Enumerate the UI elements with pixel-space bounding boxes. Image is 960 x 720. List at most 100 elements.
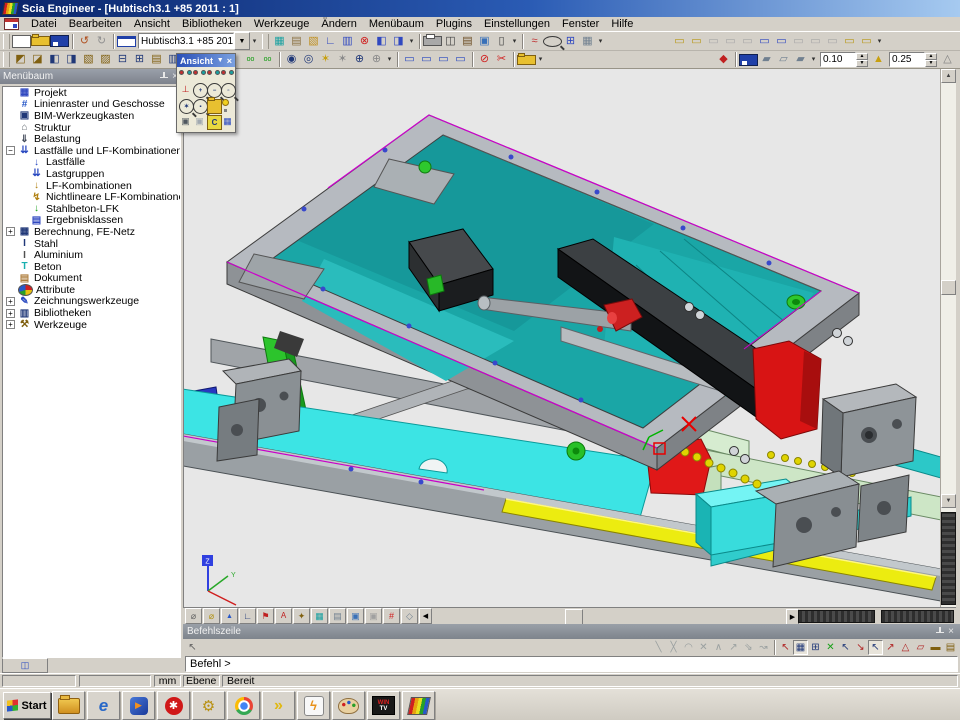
- tree-item-lastfaelle[interactable]: ↓Lastfälle: [3, 157, 180, 169]
- tree-item-stahl[interactable]: IStahl: [3, 238, 180, 250]
- close-icon[interactable]: ×: [948, 627, 954, 636]
- select-plus-icon[interactable]: ⊞: [131, 51, 148, 68]
- model-tools-icon[interactable]: ✦: [293, 608, 310, 624]
- calculation-curve-icon[interactable]: ≈: [526, 33, 543, 50]
- snap-list-icon[interactable]: ▤: [943, 640, 958, 655]
- snap-diamond-icon[interactable]: ◆: [715, 51, 732, 68]
- title-bar[interactable]: Scia Engineer - [Hubtisch3.1 +85 2011 : …: [0, 0, 960, 17]
- window-group-dropdown-icon[interactable]: ▾: [875, 33, 884, 50]
- select-poly-icon[interactable]: ◨: [63, 51, 80, 68]
- filter2-icon[interactable]: ▰: [792, 51, 809, 68]
- camera-view-2-icon[interactable]: ▣: [193, 115, 206, 128]
- filter-icon[interactable]: ▱: [775, 51, 792, 68]
- vertical-scrollbar[interactable]: ▲ ▼: [940, 69, 956, 607]
- angle-icon[interactable]: △: [939, 51, 956, 68]
- activity-window-2-icon[interactable]: ▭: [418, 51, 435, 68]
- project-combo-dropdown-icon[interactable]: ▾: [250, 33, 259, 50]
- angle-value[interactable]: 0.25: [889, 52, 925, 67]
- scale-down-icon[interactable]: ▼: [856, 60, 868, 67]
- snap-curve-icon[interactable]: ↝: [756, 640, 771, 655]
- save-icon[interactable]: [50, 35, 69, 47]
- zoom-search-icon[interactable]: [543, 36, 562, 47]
- view-window-7-icon[interactable]: ▭: [773, 33, 790, 50]
- grid-3d-icon[interactable]: ▦: [271, 33, 288, 50]
- tree-item-werkzeuge[interactable]: +⚒Werkzeuge: [3, 319, 180, 331]
- zoom-in-icon[interactable]: +: [193, 83, 208, 98]
- delete-red-icon[interactable]: ⊗: [356, 33, 373, 50]
- zoom-out-icon[interactable]: −: [207, 83, 222, 98]
- taskbar-paint-button[interactable]: [332, 691, 365, 720]
- scale-value[interactable]: 0.10: [820, 52, 856, 67]
- visibility-off-icon[interactable]: oo: [259, 51, 276, 68]
- pin-icon[interactable]: [935, 627, 944, 636]
- expand-expander-icon[interactable]: +: [6, 297, 15, 306]
- save-view-icon[interactable]: [739, 54, 758, 66]
- stored-views-folder-icon[interactable]: [207, 99, 222, 114]
- tree-item-nichtlineare[interactable]: ↯Nichtlineare LF-Kombinationen: [3, 191, 180, 203]
- window-layout-icon[interactable]: [117, 36, 136, 47]
- layer-folder-icon[interactable]: [517, 55, 536, 65]
- project-group-dropdown-icon[interactable]: ▾: [407, 33, 416, 50]
- taskbar-hand-button[interactable]: ✱: [157, 691, 190, 720]
- solid-box-icon[interactable]: ▤: [329, 608, 346, 624]
- box-yellow-icon[interactable]: ▧: [305, 33, 322, 50]
- tree-item-stahlbeton-lfk[interactable]: ↓Stahlbeton-LFK: [3, 203, 180, 215]
- ucs-axis-icon[interactable]: ⊥: [179, 83, 192, 96]
- parallel-snap-icon[interactable]: ▱: [913, 640, 928, 655]
- isometric-view-2-icon[interactable]: [193, 69, 206, 82]
- vertical-scroll-thumb[interactable]: [941, 280, 956, 295]
- select-hatch-icon[interactable]: ▧: [80, 51, 97, 68]
- tree-item-aluminium[interactable]: IAluminium: [3, 249, 180, 261]
- angle-up-icon[interactable]: ▲: [925, 53, 937, 60]
- status-units[interactable]: mm: [154, 675, 181, 687]
- taskbar-tools-button[interactable]: ⚙: [192, 691, 225, 720]
- activity-window-4-icon[interactable]: ▭: [452, 51, 469, 68]
- tree-item-ergebnisklassen[interactable]: ▤Ergebnisklassen: [3, 215, 180, 227]
- project-combo[interactable]: Hubtisch3.1 +85 201: ▼: [138, 33, 250, 49]
- ansicht-palette-header[interactable]: Ansicht ▼ ×: [177, 54, 235, 67]
- select-layer-icon[interactable]: ▤: [148, 51, 165, 68]
- project-combo-dropdown[interactable]: ▼: [234, 32, 250, 50]
- angle-down-icon[interactable]: ▼: [925, 60, 937, 67]
- select-hatch2-icon[interactable]: ▨: [97, 51, 114, 68]
- taskbar-arrows-button[interactable]: »: [262, 691, 295, 720]
- project-combo-value[interactable]: Hubtisch3.1 +85 201:: [138, 33, 234, 49]
- render-box-icon[interactable]: ▣: [347, 608, 364, 624]
- menu-fenster[interactable]: Fenster: [556, 18, 605, 30]
- strip-scroll-left-icon[interactable]: ◀: [419, 608, 432, 624]
- pointer-mode-icon[interactable]: ↖: [185, 640, 200, 655]
- snap-cross-icon[interactable]: ╳: [666, 640, 681, 655]
- perpendicular-snap-icon[interactable]: ↗: [883, 640, 898, 655]
- cursor-snap-icon[interactable]: ↖: [778, 640, 793, 655]
- menu-bearbeiten[interactable]: Bearbeiten: [63, 18, 128, 30]
- menu-werkzeuge[interactable]: Werkzeuge: [248, 18, 315, 30]
- view-window-10-icon[interactable]: ▭: [824, 33, 841, 50]
- view-window-5-icon[interactable]: ▭: [739, 33, 756, 50]
- view-window-4-icon[interactable]: ▭: [722, 33, 739, 50]
- palette-close-icon[interactable]: ×: [227, 56, 232, 66]
- expand-expander-icon[interactable]: +: [6, 227, 15, 236]
- snap-delete-icon[interactable]: ✕: [696, 640, 711, 655]
- tree-item-projekt[interactable]: ▦Projekt: [3, 87, 180, 99]
- view-window-9-icon[interactable]: ▭: [807, 33, 824, 50]
- tree-item-zeichnungswerkzeuge[interactable]: +✎Zeichnungswerkzeuge: [3, 296, 180, 308]
- tree-item-dokument[interactable]: ▤Dokument: [3, 273, 180, 285]
- tree-item-bibliotheken[interactable]: +▥Bibliotheken: [3, 307, 180, 319]
- taskbar-winamp-button[interactable]: ϟ: [297, 691, 330, 720]
- select-rect-icon[interactable]: ◧: [46, 51, 63, 68]
- snap-peak-icon[interactable]: ∧: [711, 640, 726, 655]
- dark-scroll-area[interactable]: [941, 512, 956, 605]
- panel-tab[interactable]: ◫: [2, 658, 48, 673]
- table-icon[interactable]: ▦: [579, 33, 596, 50]
- find-member-icon[interactable]: ◉: [283, 51, 300, 68]
- start-button[interactable]: Start: [3, 692, 51, 719]
- tree-item-lastfaelle-lfk[interactable]: −⇊Lastfälle und LF-Kombinationen: [3, 145, 180, 157]
- scale-pyramid-icon[interactable]: ▲: [870, 51, 887, 68]
- window-equal-icon[interactable]: ◨: [390, 33, 407, 50]
- scale-spinner[interactable]: 0.10 ▲▼: [820, 52, 868, 67]
- flag-icon[interactable]: ⚑: [257, 608, 274, 624]
- visibility-on-icon[interactable]: oo: [242, 51, 259, 68]
- dark-scrollbar-2[interactable]: [881, 610, 954, 623]
- scale-up-icon[interactable]: ▲: [856, 53, 868, 60]
- taskbar-ie-button[interactable]: e: [87, 691, 120, 720]
